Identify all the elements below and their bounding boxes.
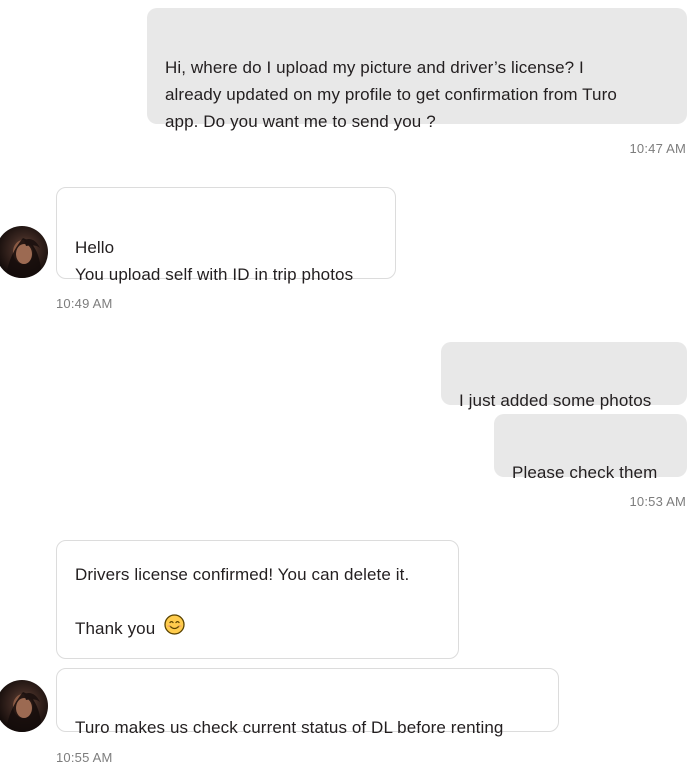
contact-avatar[interactable]	[0, 226, 48, 278]
outgoing-message-bubble[interactable]: Hi, where do I upload my picture and dri…	[147, 8, 687, 131]
outgoing-message-bubble[interactable]: Please check them	[494, 414, 687, 482]
message-text: Please check them	[512, 463, 658, 482]
message-text: Turo makes us check current status of DL…	[75, 718, 504, 737]
contact-avatar[interactable]	[0, 680, 48, 732]
message-timestamp: 10:49 AM	[56, 296, 113, 311]
smiling-face-icon	[164, 613, 185, 643]
incoming-message-bubble[interactable]: Hello You upload self with ID in trip ph…	[56, 187, 396, 284]
message-text-line: Thank you	[75, 613, 440, 643]
message-text: Hello You upload self with ID in trip ph…	[75, 238, 354, 284]
message-timestamp: 10:53 AM	[629, 494, 686, 509]
outgoing-message-bubble[interactable]: I just added some photos	[441, 342, 687, 410]
message-text: Hi, where do I upload my picture and dri…	[165, 58, 617, 131]
incoming-message-bubble[interactable]: Drivers license confirmed! You can delet…	[56, 540, 459, 659]
message-timestamp: 10:55 AM	[56, 750, 113, 765]
message-text: Thank you	[75, 619, 156, 638]
message-thread: Hi, where do I upload my picture and dri…	[0, 0, 696, 767]
incoming-message-bubble[interactable]: Turo makes us check current status of DL…	[56, 668, 559, 737]
message-text: Drivers license confirmed! You can delet…	[75, 565, 410, 584]
message-timestamp: 10:47 AM	[629, 141, 686, 156]
message-text: I just added some photos	[459, 391, 652, 410]
